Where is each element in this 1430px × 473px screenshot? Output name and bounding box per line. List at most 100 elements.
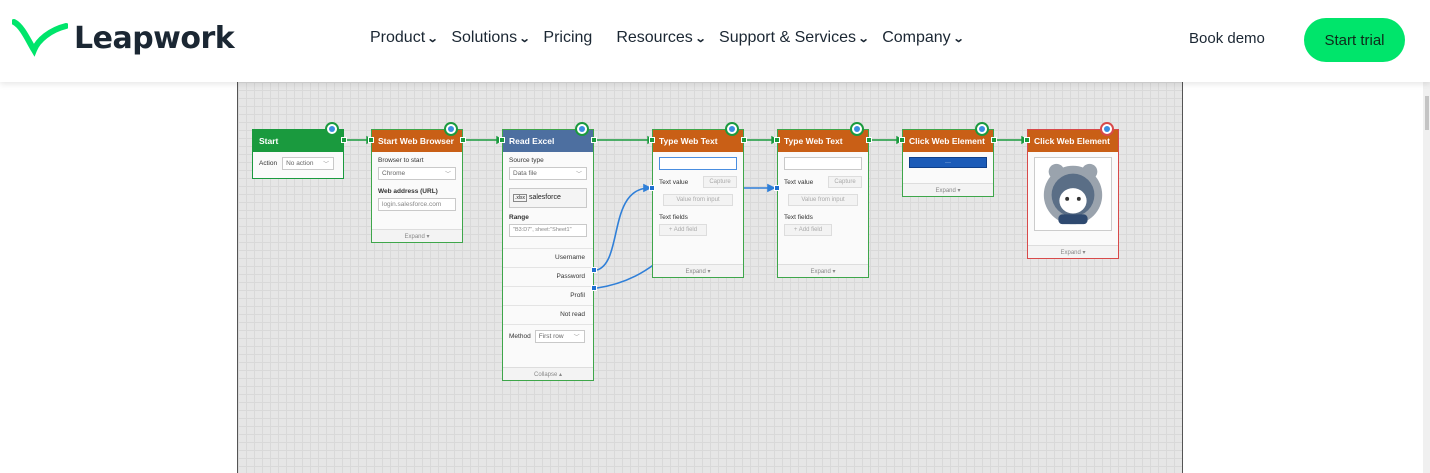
robot-avatar-icon xyxy=(1034,157,1112,231)
xlsx-file-icon: .xlsx xyxy=(513,194,527,202)
capture-button[interactable]: Capture xyxy=(703,176,737,188)
output-port[interactable] xyxy=(591,137,597,143)
expand-button[interactable]: Expand ▾ xyxy=(1028,245,1118,258)
range-label: Range xyxy=(509,214,529,221)
method-select[interactable]: First row ﹀ xyxy=(534,330,585,343)
click1-settings-icon[interactable] xyxy=(975,122,989,136)
chevron-down-icon: ⌄ xyxy=(952,32,965,45)
scrollbar-thumb[interactable] xyxy=(1425,96,1429,130)
source-type-label: Source type xyxy=(509,157,544,164)
start-trial-button[interactable]: Start trial xyxy=(1304,18,1405,62)
expand-button[interactable]: Expand ▾ xyxy=(372,229,462,242)
username-port[interactable] xyxy=(591,267,597,273)
element-target[interactable] xyxy=(659,157,737,170)
browser-settings-icon[interactable] xyxy=(444,122,458,136)
click-web-element-block-2[interactable]: Click Web Element Expand ▾ xyxy=(1027,129,1119,259)
flow-canvas: Start Action No action ﹀ Start Web Browse… xyxy=(237,82,1183,473)
read-excel-block[interactable]: Read Excel Source type Data file ﹀ .xlsx … xyxy=(502,129,594,381)
output-port[interactable] xyxy=(866,137,872,143)
nav-item-label: Pricing xyxy=(543,29,593,46)
input-port[interactable] xyxy=(368,137,374,143)
nav-item-company[interactable]: Company ⌄ xyxy=(882,29,965,47)
value-from-input-button[interactable]: Value from input xyxy=(663,194,733,206)
book-demo-link[interactable]: Book demo xyxy=(1189,30,1265,47)
file-name: salesforce xyxy=(528,194,561,201)
text-value-port[interactable] xyxy=(774,185,780,191)
expand-button[interactable]: Expand ▾ xyxy=(778,264,868,277)
browser-label: Browser to start xyxy=(378,157,424,164)
leapwork-check-icon xyxy=(12,19,68,57)
excel-settings-icon[interactable] xyxy=(575,122,589,136)
add-field-button[interactable]: + Add field xyxy=(784,224,832,236)
value-from-input-button[interactable]: Value from input xyxy=(788,194,858,206)
nav-item-resources[interactable]: Resources ⌄ xyxy=(616,29,707,47)
output-not-read: Not read xyxy=(503,305,593,324)
text-value-port[interactable] xyxy=(649,185,655,191)
text-value-label: Text value xyxy=(659,178,689,186)
preview-text: ··· xyxy=(945,160,951,166)
input-port[interactable] xyxy=(899,137,905,143)
site-header: Leapwork Product ⌄ Solutions ⌄ Pricing Res… xyxy=(0,0,1430,82)
browser-select[interactable]: Chrome ﹀ xyxy=(378,167,456,180)
excel-file[interactable]: .xlsx salesforce xyxy=(509,188,587,208)
url-label: Web address (URL) xyxy=(378,188,438,195)
type2-settings-icon[interactable] xyxy=(850,122,864,136)
method-value: First row xyxy=(538,333,564,340)
output-password: Password xyxy=(503,267,593,286)
type1-settings-icon[interactable] xyxy=(725,122,739,136)
chevron-down-icon: ⌄ xyxy=(518,32,531,45)
nav-item-solutions[interactable]: Solutions ⌄ xyxy=(451,29,531,47)
chevron-down-icon: ﹀ xyxy=(575,172,582,178)
output-port[interactable] xyxy=(460,137,466,143)
nav-item-label: Product xyxy=(370,29,426,46)
text-fields-label: Text fields xyxy=(659,214,688,221)
brand-name: Leapwork xyxy=(74,20,235,56)
element-target[interactable] xyxy=(784,157,862,170)
start-block[interactable]: Start Action No action ﹀ xyxy=(252,129,344,179)
collapse-button[interactable]: Collapse ▴ xyxy=(503,367,593,380)
source-type-select[interactable]: Data file ﹀ xyxy=(509,167,587,180)
url-input[interactable]: login.salesforce.com xyxy=(378,198,456,211)
chevron-down-icon: ⌄ xyxy=(694,32,707,45)
page-scrollbar[interactable] xyxy=(1423,82,1430,473)
source-type-value: Data file xyxy=(513,170,537,177)
output-profil: Profil xyxy=(503,286,593,305)
expand-button[interactable]: Expand ▾ xyxy=(653,264,743,277)
input-port[interactable] xyxy=(499,137,505,143)
type-web-text-block-2[interactable]: Type Web Text Text value Capture Value f… xyxy=(777,129,869,278)
output-port[interactable] xyxy=(991,137,997,143)
browser-value: Chrome xyxy=(382,170,406,177)
leapwork-logo[interactable]: Leapwork xyxy=(12,18,235,58)
main-nav: Product ⌄ Solutions ⌄ Pricing Resources ⌄ S… xyxy=(370,29,977,47)
click2-settings-icon[interactable] xyxy=(1100,122,1114,136)
chevron-down-icon: ﹀ xyxy=(573,335,580,341)
click-web-element-block-1[interactable]: Click Web Element ··· Expand ▾ xyxy=(902,129,994,197)
element-preview[interactable]: ··· xyxy=(909,157,987,168)
capture-button[interactable]: Capture xyxy=(828,176,862,188)
type-web-text-block-1[interactable]: Type Web Text Text value Capture Value f… xyxy=(652,129,744,278)
text-value-label: Text value xyxy=(784,178,814,186)
start-web-browser-block[interactable]: Start Web Browser Browser to start Chrom… xyxy=(371,129,463,243)
add-field-button[interactable]: + Add field xyxy=(659,224,707,236)
nav-item-pricing[interactable]: Pricing xyxy=(543,29,592,47)
password-port[interactable] xyxy=(591,285,597,291)
input-port[interactable] xyxy=(649,137,655,143)
chevron-down-icon: ﹀ xyxy=(323,162,330,168)
text-fields-label: Text fields xyxy=(784,214,813,221)
output-port[interactable] xyxy=(341,137,347,143)
input-port[interactable] xyxy=(1024,137,1030,143)
start-settings-icon[interactable] xyxy=(325,122,339,136)
nav-item-label: Support & Services xyxy=(719,29,856,46)
output-port[interactable] xyxy=(741,137,747,143)
output-username: Username xyxy=(503,248,593,267)
nav-item-label: Solutions xyxy=(451,29,518,46)
range-input[interactable]: "B3:D7", sheet:"Sheet1" xyxy=(509,224,587,237)
nav-item-label: Resources xyxy=(616,29,693,46)
nav-item-support-services[interactable]: Support & Services ⌄ xyxy=(719,29,870,47)
action-label: Action xyxy=(259,160,278,167)
nav-item-label: Company xyxy=(882,29,951,46)
action-select[interactable]: No action ﹀ xyxy=(282,157,335,170)
nav-item-product[interactable]: Product ⌄ xyxy=(370,29,439,47)
expand-button[interactable]: Expand ▾ xyxy=(903,183,993,196)
input-port[interactable] xyxy=(774,137,780,143)
